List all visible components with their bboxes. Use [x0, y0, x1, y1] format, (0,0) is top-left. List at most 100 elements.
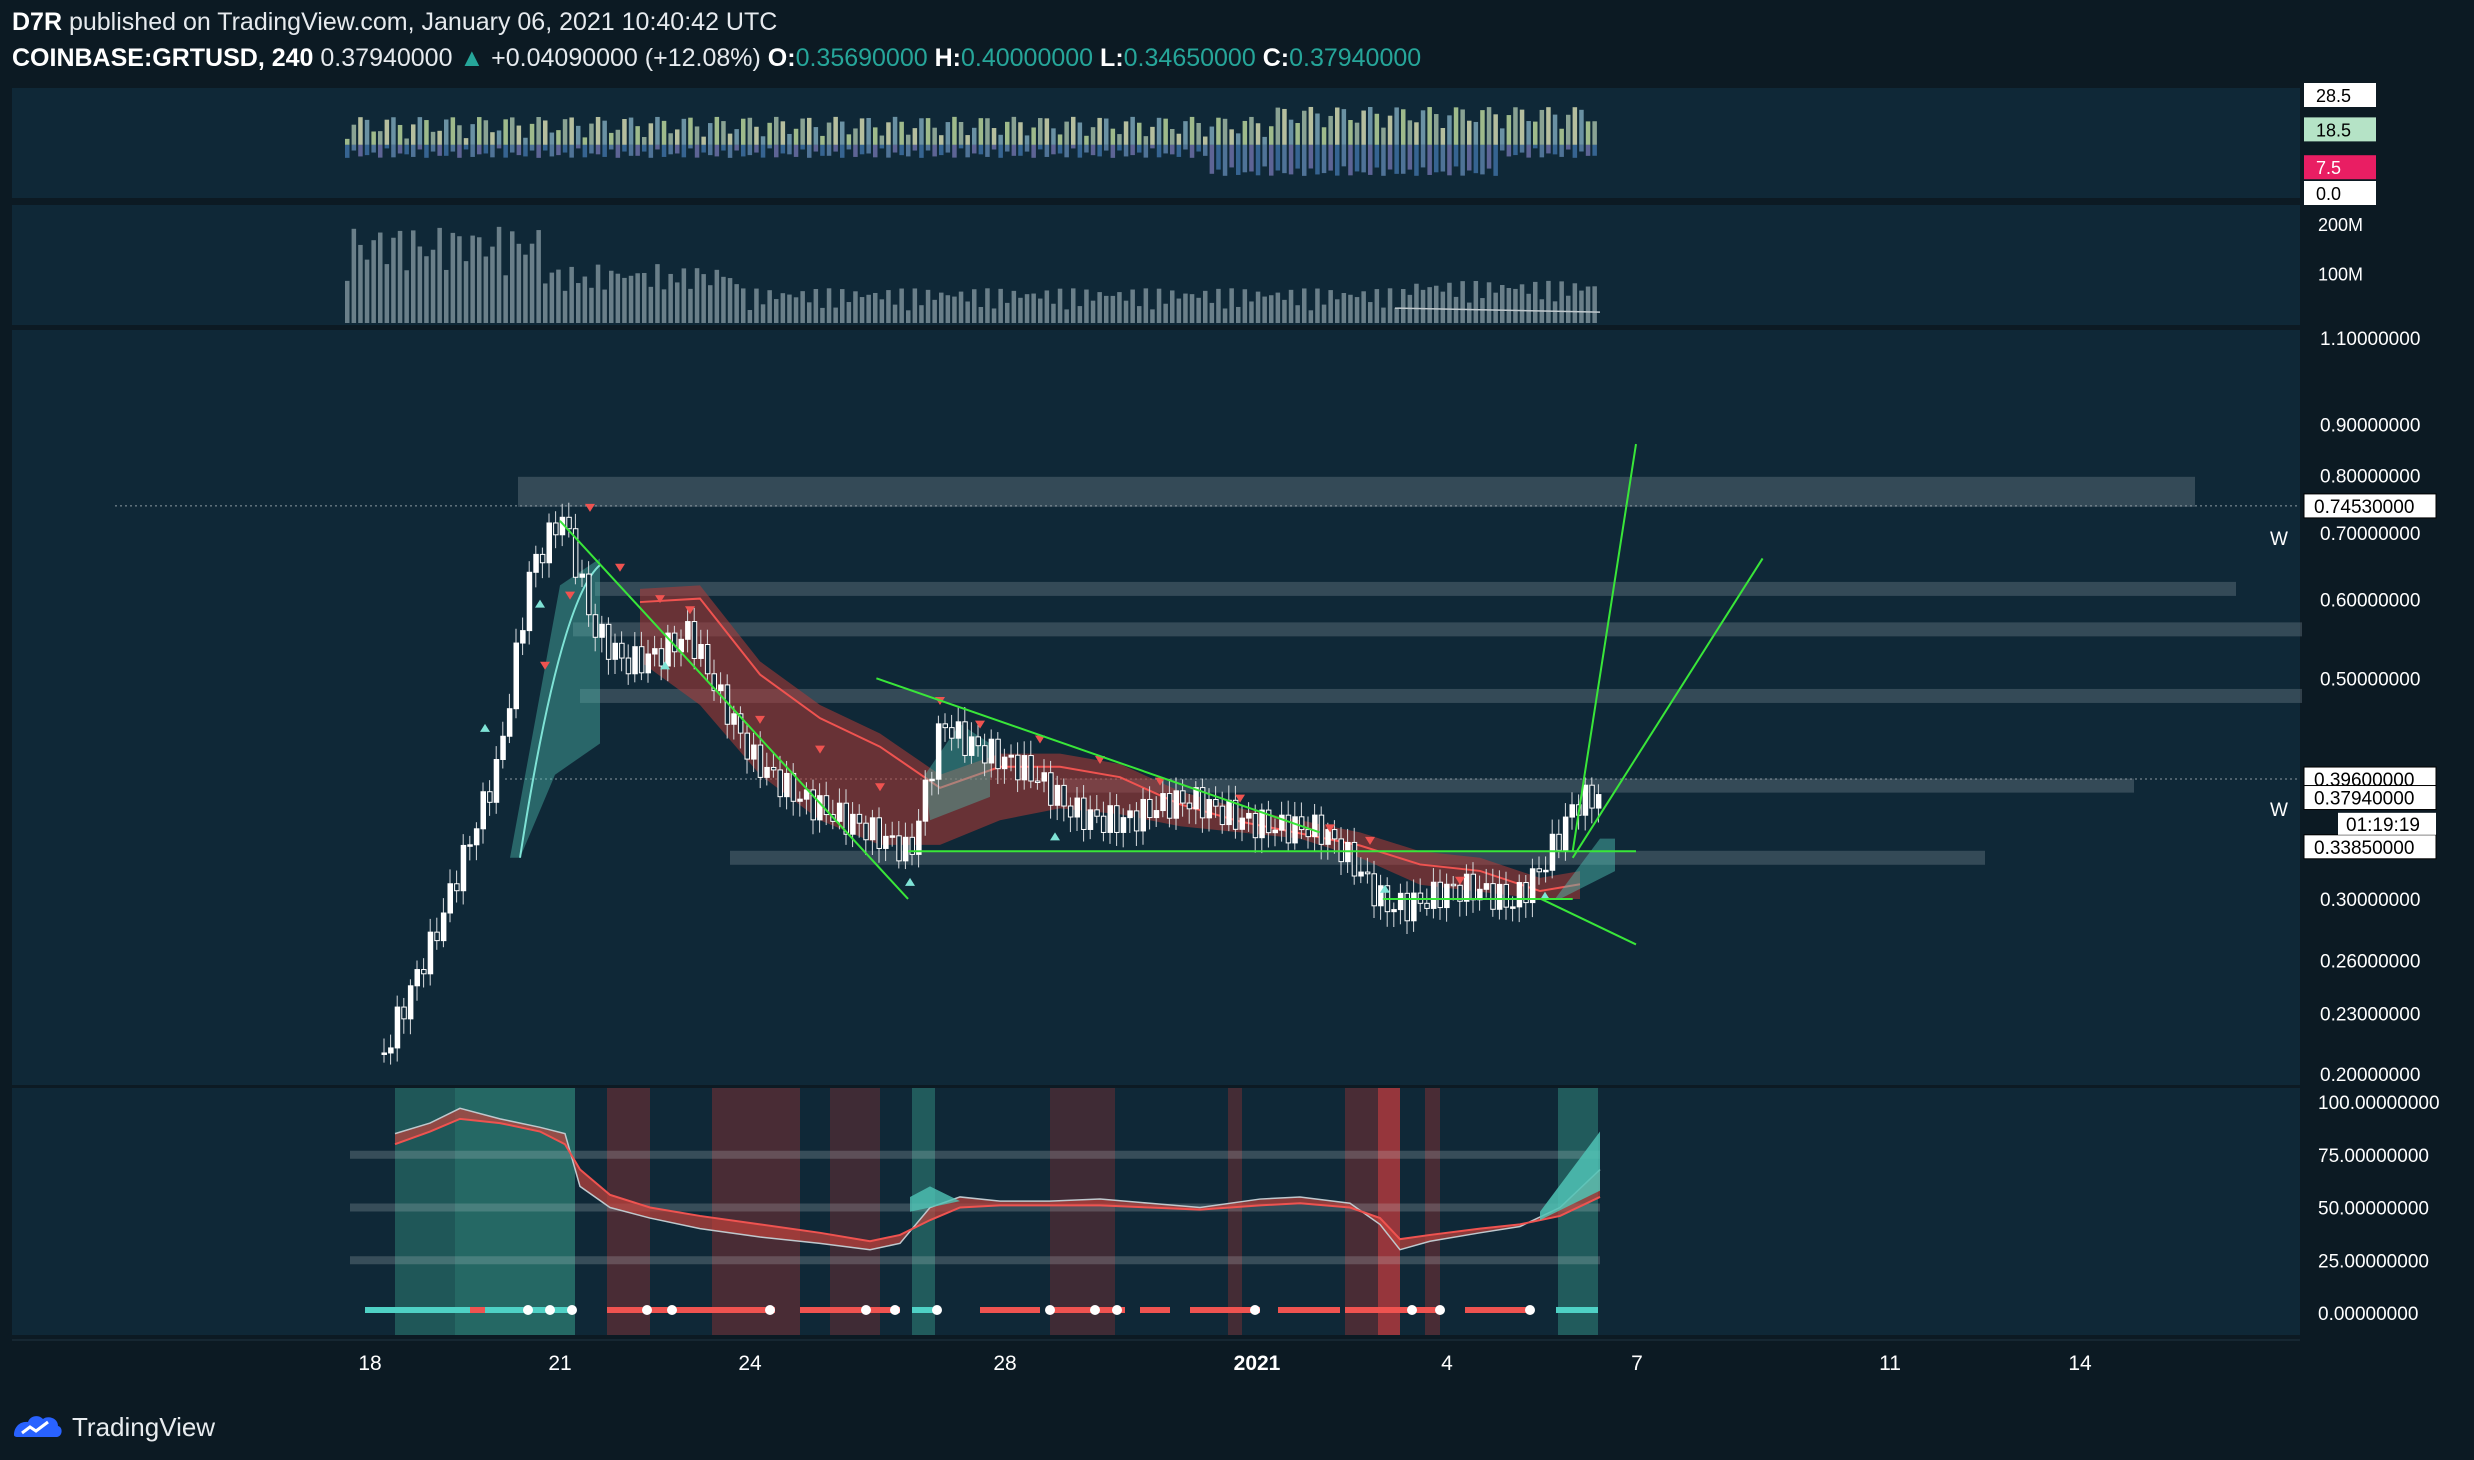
- osc-bar-up: [1044, 118, 1050, 145]
- osc-bar-up: [602, 120, 607, 145]
- osc-bar-up: [1500, 128, 1505, 145]
- volume-bar: [760, 304, 766, 323]
- osc-bar-down: [925, 144, 931, 151]
- footer-brand[interactable]: TradingView: [72, 1412, 215, 1443]
- osc-bar-up: [516, 125, 522, 145]
- volume-bar: [648, 286, 654, 323]
- osc-bar-down: [411, 144, 416, 157]
- osc-bar-down: [450, 144, 456, 152]
- osc-bar-up: [378, 131, 383, 145]
- price-tick-label: 0.20000000: [2320, 1065, 2420, 1086]
- osc-bar-up: [1189, 116, 1195, 145]
- osc-bar-up: [1519, 109, 1525, 145]
- osc-bar-up: [1321, 127, 1327, 145]
- volume-bar: [529, 243, 535, 323]
- osc-bar-up: [1354, 122, 1360, 145]
- stoch-tick-label: 0.00000000: [2318, 1304, 2418, 1325]
- volume-bar: [582, 276, 588, 323]
- osc-bar-up: [840, 121, 845, 145]
- osc-bar-down: [793, 144, 799, 157]
- osc-bar-up: [1071, 116, 1076, 145]
- stoch-signal-strip: [680, 1307, 775, 1313]
- volume-bar: [595, 264, 601, 323]
- countdown-timer: 01:19:19: [2346, 815, 2420, 836]
- bearish-candle: [704, 644, 711, 675]
- osc-tick-label: 28.5: [2316, 86, 2351, 106]
- osc-bar-up: [906, 134, 911, 145]
- osc-bar-down: [595, 144, 601, 155]
- osc-bar-up: [754, 126, 759, 145]
- bullish-candle: [1021, 755, 1028, 781]
- stoch-cross-dot: [1045, 1305, 1055, 1315]
- volume-bar: [1216, 288, 1221, 323]
- volume-bar: [1150, 309, 1155, 323]
- volume-bar: [576, 283, 581, 323]
- osc-bar-up: [1024, 135, 1030, 145]
- chart-canvas[interactable]: 28.5 18.5 7.5 0.0 200M 100M 1.10000000 0.900000…: [0, 0, 2474, 1460]
- volume-bar: [1552, 301, 1558, 323]
- bullish-candle: [1463, 873, 1470, 902]
- osc-bar-up: [892, 116, 898, 145]
- price-tick-label: 1.10000000: [2320, 329, 2420, 350]
- bearish-candle: [434, 931, 440, 942]
- bearish-candle: [1067, 805, 1074, 818]
- volume-bar: [450, 232, 456, 323]
- volume-bar: [628, 275, 634, 323]
- osc-bar-down: [1282, 144, 1287, 174]
- osc-bar-up: [1137, 122, 1142, 145]
- osc-bar-up: [503, 119, 508, 145]
- stoch-cross-dot: [667, 1305, 677, 1315]
- osc-bar-down: [1064, 144, 1069, 158]
- osc-bar-down: [1077, 144, 1083, 158]
- volume-bar: [1038, 298, 1043, 323]
- osc-bar-up: [345, 138, 350, 145]
- bullish-candle: [513, 642, 519, 710]
- osc-bar-up: [991, 128, 997, 145]
- osc-bar-up: [1011, 116, 1017, 145]
- osc-bar-up: [1064, 121, 1069, 145]
- bullish-candle: [1411, 892, 1417, 922]
- bearish-candle: [1213, 799, 1219, 807]
- tradingview-logo-icon[interactable]: [12, 1413, 64, 1441]
- volume-bar: [668, 273, 673, 323]
- volume-bar: [1519, 284, 1525, 323]
- volume-bar: [1506, 287, 1512, 323]
- bullish-candle: [1312, 814, 1318, 838]
- time-tick-label: 21: [548, 1352, 571, 1375]
- volume-bar: [1123, 300, 1129, 323]
- bullish-candle: [1259, 809, 1265, 839]
- osc-bar-down: [708, 144, 713, 156]
- osc-bar-down: [1420, 144, 1426, 168]
- osc-bar-up: [958, 121, 964, 145]
- osc-bar-up: [866, 117, 871, 145]
- osc-bar-down: [1493, 144, 1498, 176]
- bullish-candle: [1087, 809, 1094, 830]
- osc-bar-down: [556, 144, 561, 156]
- volume-bar: [774, 299, 779, 323]
- volume-bar: [846, 302, 852, 323]
- price-tick-label: 0.50000000: [2320, 669, 2420, 690]
- osc-bar-down: [1084, 144, 1089, 153]
- bearish-candle: [1338, 838, 1344, 863]
- volume-bar: [1394, 307, 1399, 323]
- bullish-candle: [520, 630, 526, 644]
- volume-bar: [853, 291, 858, 323]
- time-tick-label: 7: [1631, 1352, 1643, 1375]
- osc-bar-up: [760, 136, 766, 145]
- volume-bar: [351, 228, 357, 323]
- bearish-candle: [1318, 814, 1325, 845]
- osc-bar-up: [1150, 126, 1155, 145]
- bullish-candle: [1397, 892, 1404, 911]
- osc-bar-up: [833, 116, 838, 145]
- osc-bar-down: [1361, 144, 1366, 173]
- osc-bar-up: [1183, 121, 1188, 145]
- osc-bar-up: [972, 127, 977, 145]
- stoch-signal-strip: [1190, 1307, 1260, 1313]
- bearish-candle: [454, 883, 460, 892]
- osc-bar-down: [1533, 144, 1538, 149]
- osc-bar-down: [609, 144, 614, 150]
- volume-bar: [642, 272, 647, 323]
- volume-bar: [384, 264, 390, 323]
- bearish-candle: [1061, 784, 1067, 807]
- osc-bar-down: [1447, 144, 1452, 176]
